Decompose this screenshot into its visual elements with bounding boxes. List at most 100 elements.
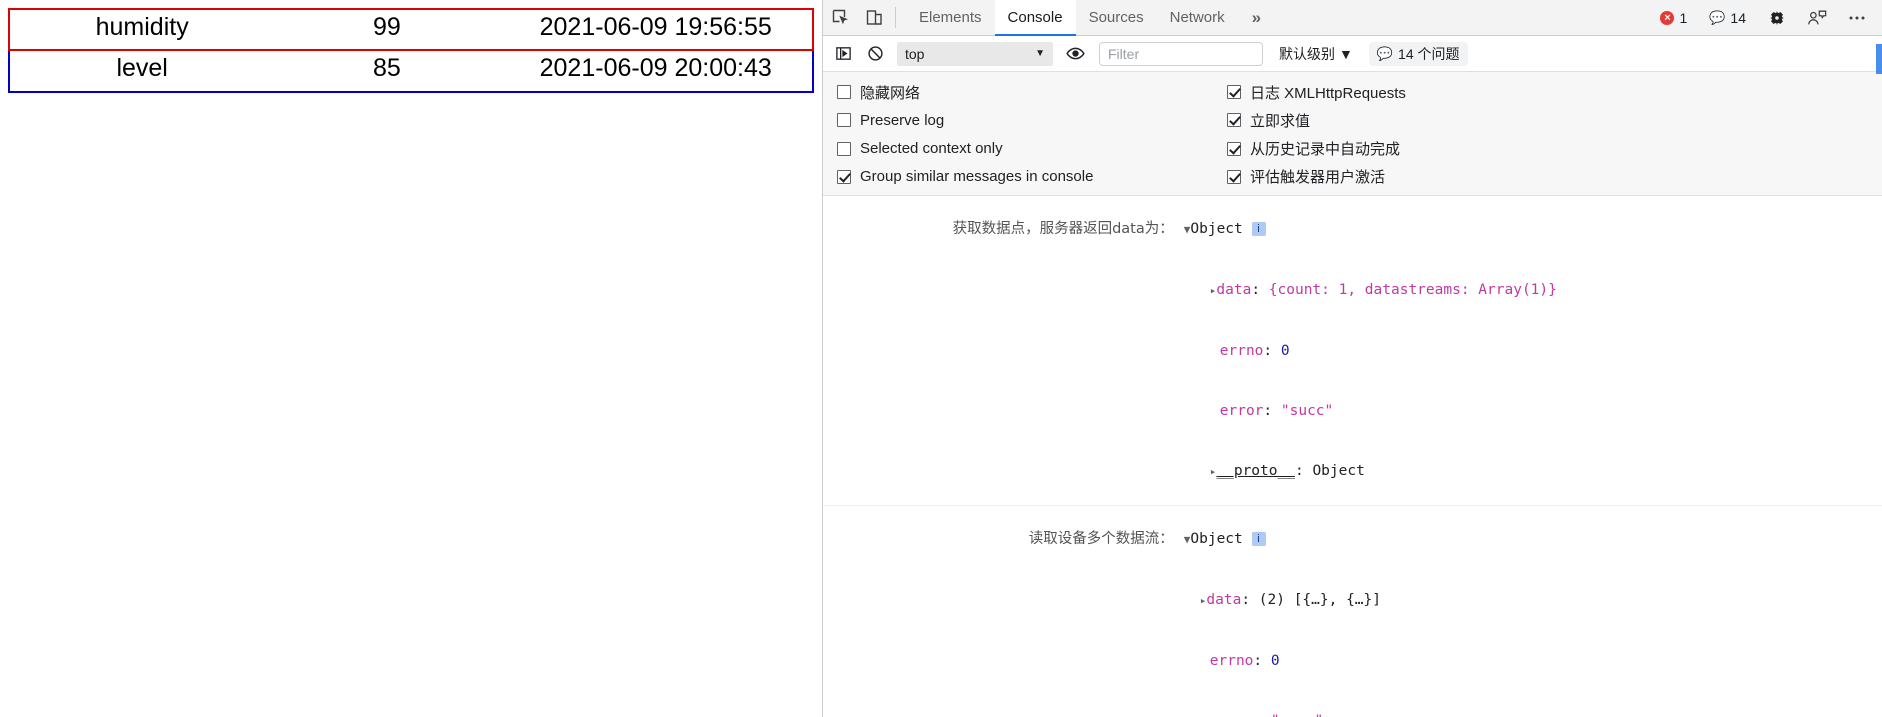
object-property-row[interactable]: ▸__proto__: Object bbox=[823, 441, 1882, 502]
console-log-area[interactable]: 获取数据点，服务器返回data为： ▼Object i ▸data: {count… bbox=[823, 196, 1882, 717]
checkbox-icon[interactable] bbox=[1227, 113, 1241, 128]
property-key: data bbox=[1216, 282, 1252, 298]
log-entry-object-group[interactable]: 获取数据点，服务器返回data为： ▼Object i ▸data: {count… bbox=[823, 196, 1882, 506]
settings-column-right: 日志 XMLHttpRequests 立即求值 从历史记录中自动完成 评估触发器… bbox=[1227, 78, 1406, 191]
info-badge-icon[interactable]: i bbox=[1251, 532, 1266, 546]
cell-name: level bbox=[7, 49, 275, 93]
setting-label: 隐藏网络 bbox=[860, 84, 921, 102]
property-value: "succ" bbox=[1280, 403, 1334, 419]
property-key: error bbox=[1219, 403, 1264, 419]
setting-user-activation[interactable]: 评估触发器用户激活 bbox=[1227, 163, 1406, 191]
cell-value: 85 bbox=[274, 49, 500, 93]
device-toolbar-icon[interactable] bbox=[857, 0, 891, 35]
setting-label: Selected context only bbox=[860, 140, 1003, 158]
log-entry-header[interactable]: 获取数据点，服务器返回data为： ▼Object i bbox=[823, 199, 1882, 260]
property-key: errno bbox=[1219, 343, 1264, 359]
setting-label: 从历史记录中自动完成 bbox=[1250, 141, 1401, 159]
error-count-badge[interactable]: × 1 bbox=[1652, 7, 1696, 28]
log-entry-object-group[interactable]: 读取设备多个数据流： ▼Object i ▸data: (2) [{…}, {…}… bbox=[823, 506, 1882, 717]
setting-label: 评估触发器用户激活 bbox=[1250, 169, 1386, 187]
tab-sources[interactable]: Sources bbox=[1076, 0, 1157, 35]
setting-label: 立即求值 bbox=[1250, 112, 1311, 130]
log-entry-header[interactable]: 读取设备多个数据流： ▼Object i bbox=[823, 509, 1882, 570]
property-key: data bbox=[1206, 592, 1242, 608]
setting-preserve-log[interactable]: Preserve log bbox=[837, 106, 1227, 134]
info-badge-icon[interactable]: i bbox=[1251, 222, 1266, 236]
setting-label: Preserve log bbox=[860, 111, 945, 129]
chevron-down-icon: ▼ bbox=[1339, 45, 1353, 62]
object-property-row: errno: 0 bbox=[823, 631, 1882, 691]
object-property-row[interactable]: ▸data: (2) [{…}, {…}] bbox=[823, 570, 1882, 631]
tab-elements[interactable]: Elements bbox=[906, 0, 995, 35]
checkbox-icon[interactable] bbox=[1227, 85, 1241, 100]
log-message-label: 读取设备多个数据流： bbox=[1028, 531, 1174, 547]
more-options-icon[interactable] bbox=[1840, 9, 1874, 27]
devtools-panel: Elements Console Sources Network » × 1 💬… bbox=[822, 0, 1882, 717]
property-key: error bbox=[1200, 713, 1254, 717]
object-property-row[interactable]: ▸data: {count: 1, datastreams: Array(1)} bbox=[823, 260, 1882, 321]
console-filter-toolbar: top ▼ Filter 默认级别 ▼ 💬 14 个问题 bbox=[823, 36, 1882, 72]
issues-badge[interactable]: 💬 14 个问题 bbox=[1368, 41, 1468, 66]
log-entry-body: 获取数据点，服务器返回data为： ▼Object i ▸data: {count… bbox=[823, 199, 1882, 502]
message-icon: 💬 bbox=[1709, 10, 1726, 25]
console-sidebar-icon[interactable] bbox=[829, 41, 857, 67]
checkbox-icon[interactable] bbox=[837, 85, 851, 100]
tab-console[interactable]: Console bbox=[994, 0, 1076, 36]
live-expression-icon[interactable] bbox=[1061, 41, 1089, 67]
checkbox-icon[interactable] bbox=[837, 169, 851, 184]
cell-timestamp: 2021-06-09 19:56:55 bbox=[499, 7, 814, 52]
cell-name: humidity bbox=[7, 7, 275, 52]
setting-log-xhr[interactable]: 日志 XMLHttpRequests bbox=[1227, 78, 1406, 106]
execution-context-value: top bbox=[905, 45, 925, 62]
execution-context-select[interactable]: top ▼ bbox=[897, 41, 1053, 66]
inspect-element-icon[interactable] bbox=[823, 0, 857, 35]
checkbox-icon[interactable] bbox=[1227, 141, 1241, 156]
issues-label: 14 个问题 bbox=[1398, 45, 1460, 62]
object-property-row: errno: 0 bbox=[823, 321, 1882, 381]
screen-root: humidity 99 2021-06-09 19:56:55 level 85… bbox=[0, 0, 1882, 717]
property-value: (2) [{…}, {…}] bbox=[1258, 592, 1381, 608]
log-entry-body: 读取设备多个数据流： ▼Object i ▸data: (2) [{…}, {…}… bbox=[823, 509, 1882, 717]
user-profile-icon[interactable] bbox=[1800, 9, 1834, 27]
table-row: level 85 2021-06-09 20:00:43 bbox=[7, 49, 814, 93]
setting-hide-network[interactable]: 隐藏网络 bbox=[837, 78, 1227, 106]
datastream-table: humidity 99 2021-06-09 19:56:55 level 85… bbox=[7, 7, 814, 93]
setting-eager-eval[interactable]: 立即求值 bbox=[1227, 106, 1406, 134]
gear-icon[interactable] bbox=[1760, 9, 1794, 27]
object-type-label: Object bbox=[1190, 221, 1243, 237]
toolbar-divider bbox=[895, 7, 896, 28]
log-level-select[interactable]: 默认级别 ▼ bbox=[1279, 44, 1353, 64]
tab-network[interactable]: Network bbox=[1157, 0, 1238, 35]
scrollbar-thumb[interactable] bbox=[1876, 44, 1882, 74]
cell-value: 99 bbox=[274, 7, 500, 52]
more-tabs-icon[interactable]: » bbox=[1238, 0, 1275, 35]
object-property-row: error: "succ" bbox=[823, 381, 1882, 441]
message-count-badge[interactable]: 💬 14 bbox=[1701, 7, 1754, 28]
table-row: humidity 99 2021-06-09 19:56:55 bbox=[7, 7, 814, 52]
checkbox-icon[interactable] bbox=[837, 113, 851, 128]
property-value: 0 bbox=[1280, 343, 1290, 359]
search-input[interactable]: Filter bbox=[1099, 41, 1263, 66]
property-value: Object bbox=[1312, 463, 1365, 479]
web-page-content: humidity 99 2021-06-09 19:56:55 level 85… bbox=[0, 0, 822, 717]
property-value: 0 bbox=[1270, 653, 1280, 669]
devtools-status-area: × 1 💬 14 bbox=[1652, 0, 1882, 35]
setting-label: Group similar messages in console bbox=[860, 168, 1094, 186]
property-key: __proto__ bbox=[1216, 463, 1295, 479]
issues-icon: 💬 bbox=[1376, 46, 1394, 61]
setting-label: 日志 XMLHttpRequests bbox=[1250, 84, 1406, 102]
setting-autocomplete-history[interactable]: 从历史记录中自动完成 bbox=[1227, 135, 1406, 163]
checkbox-icon[interactable] bbox=[837, 141, 851, 156]
object-property-row: error: "succ" bbox=[823, 691, 1882, 717]
checkbox-icon[interactable] bbox=[1227, 169, 1241, 184]
setting-group-similar[interactable]: Group similar messages in console bbox=[837, 163, 1227, 191]
log-message-label: 获取数据点，服务器返回data为： bbox=[952, 221, 1174, 237]
devtools-tab-list: Elements Console Sources Network » bbox=[906, 0, 1275, 36]
setting-selected-context-only[interactable]: Selected context only bbox=[837, 135, 1227, 163]
filter-placeholder: Filter bbox=[1108, 45, 1140, 62]
clear-console-icon[interactable] bbox=[861, 41, 889, 67]
property-value: {count: 1, datastreams: Array(1)} bbox=[1268, 282, 1557, 298]
property-value: "succ" bbox=[1271, 713, 1323, 717]
settings-column-left: 隐藏网络 Preserve log Selected context only … bbox=[837, 78, 1227, 191]
message-count-label: 14 bbox=[1730, 9, 1746, 26]
